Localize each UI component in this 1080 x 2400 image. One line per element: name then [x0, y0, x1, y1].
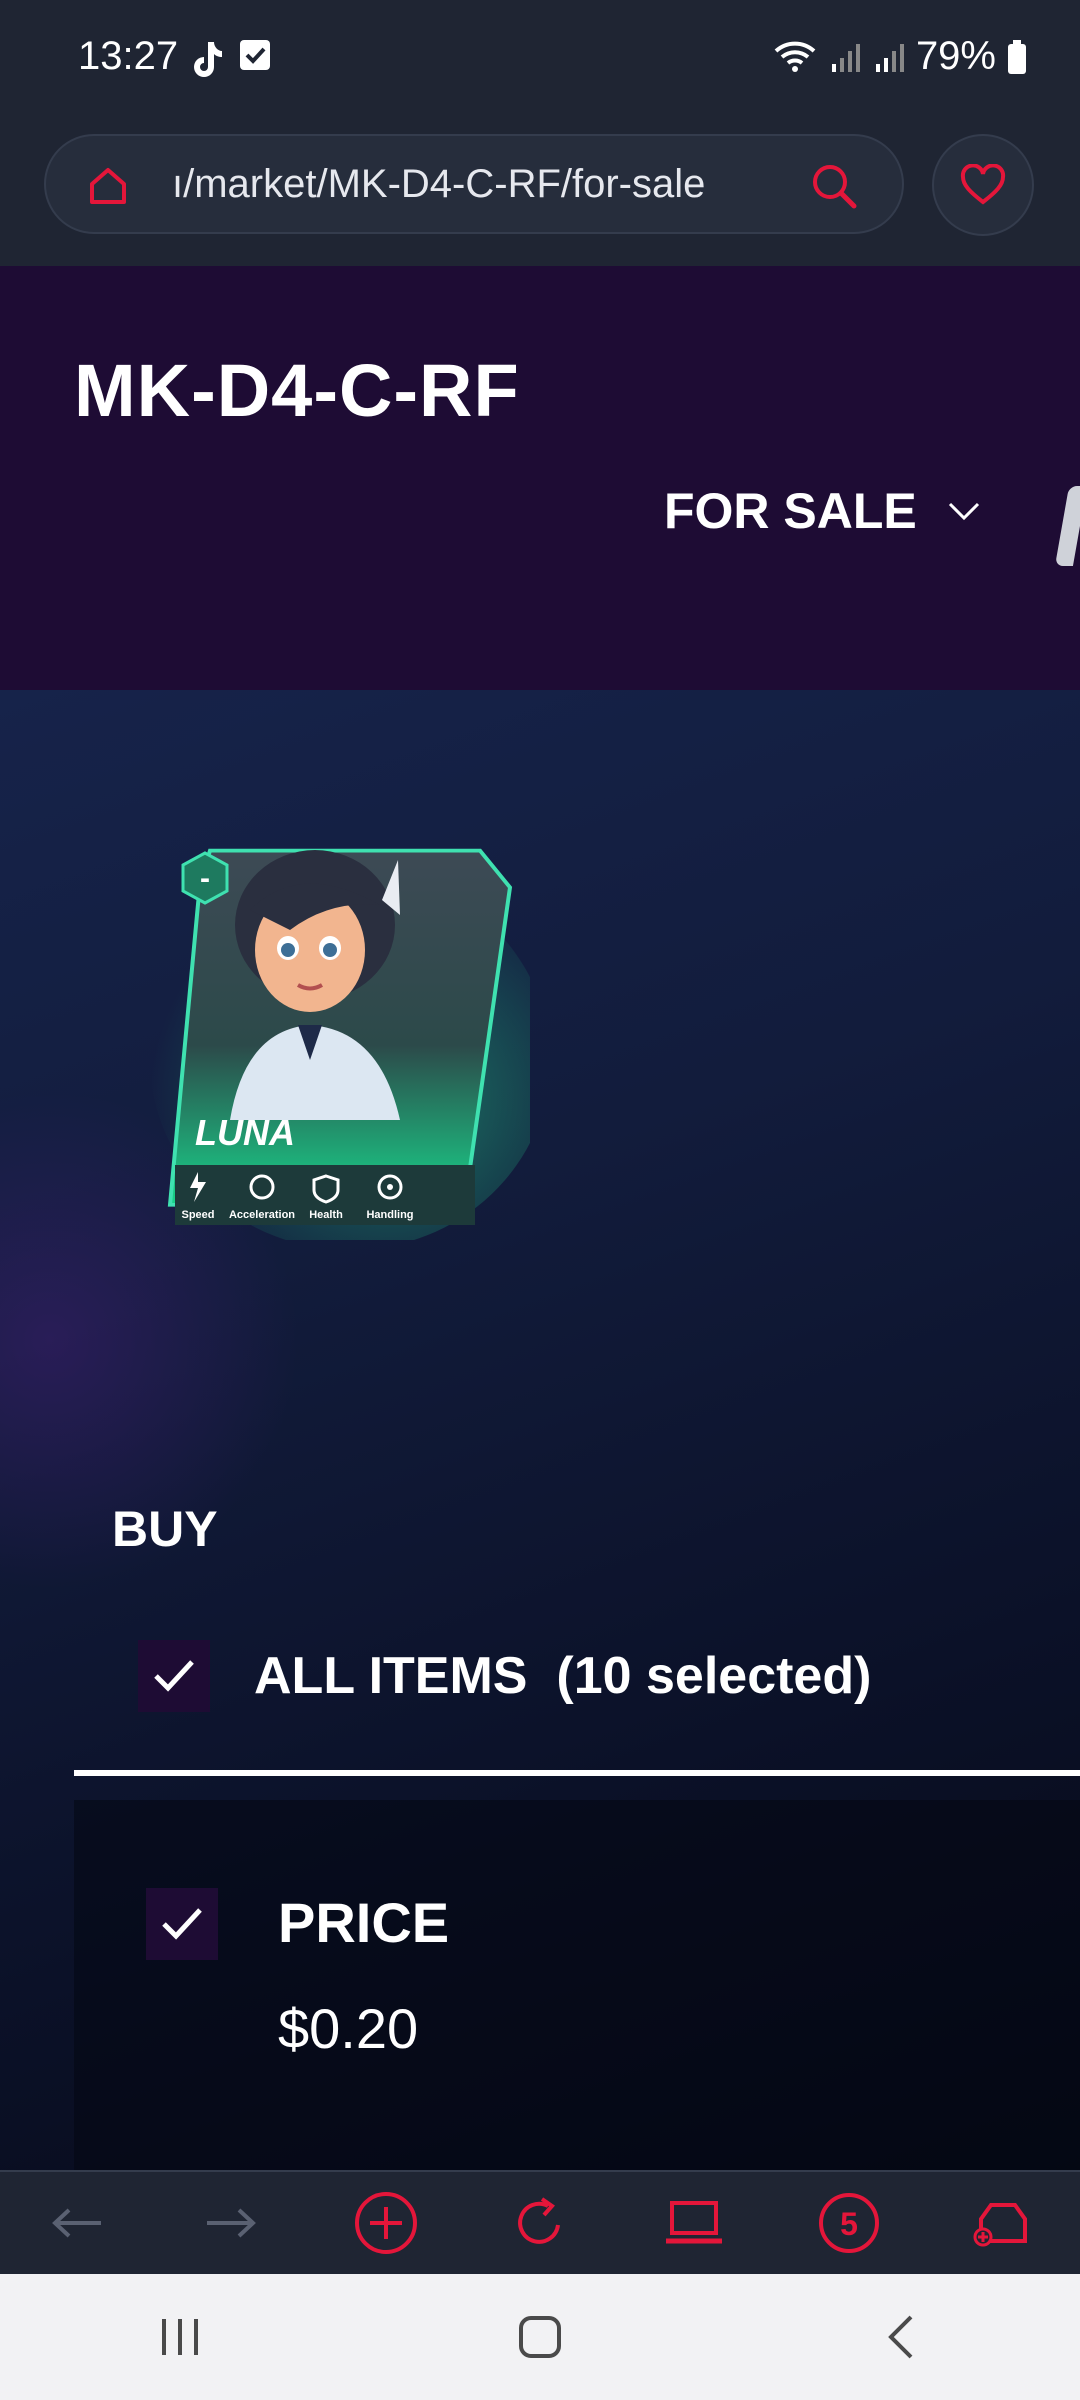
- nft-card[interactable]: - LUNA Speed Acceleration Health Handlin…: [150, 820, 550, 1250]
- card-level-badge: -: [200, 862, 210, 895]
- back-button[interactable]: [27, 2173, 127, 2273]
- system-navigation-bar: [0, 2274, 1080, 2400]
- select-all-checkbox[interactable]: [138, 1640, 210, 1712]
- signal-icon: [875, 43, 904, 72]
- plus-circle-icon: [354, 2192, 417, 2254]
- select-all-items[interactable]: ALL ITEMS (10 selected): [138, 1640, 871, 1712]
- search-icon[interactable]: [810, 162, 858, 210]
- laptop-icon: [666, 2201, 723, 2244]
- price-filter-panel: PRICE $0.20: [74, 1800, 1080, 2170]
- wifi-icon: [774, 41, 816, 72]
- reload-button[interactable]: [490, 2173, 590, 2273]
- heart-icon: [960, 164, 1006, 205]
- tabs-button[interactable]: 5: [799, 2173, 899, 2273]
- all-items-label: ALL ITEMS (10 selected): [254, 1647, 872, 1705]
- url-text[interactable]: ı/market/MK-D4-C-RF/for-sale: [172, 162, 812, 210]
- main-content: - LUNA Speed Acceleration Health Handlin…: [0, 690, 1080, 2170]
- tabs-count: 5: [840, 2206, 858, 2242]
- tiktok-icon: [194, 42, 222, 77]
- status-filter-label: FOR SALE: [664, 483, 917, 539]
- card-stat-label: Acceleration: [229, 1209, 295, 1221]
- status-time: 13:27: [78, 34, 179, 78]
- favorite-button[interactable]: [932, 134, 1034, 236]
- forward-button[interactable]: [181, 2173, 281, 2273]
- system-back-button[interactable]: [840, 2287, 960, 2387]
- home-button[interactable]: [480, 2287, 600, 2387]
- price-value: $0.20: [278, 1997, 419, 2060]
- home-icon[interactable]: [86, 164, 130, 208]
- arrow-right-icon: [207, 2208, 257, 2238]
- tabs-counter-icon: 5: [818, 2193, 879, 2253]
- carousel-edge: [1054, 486, 1080, 566]
- price-label: PRICE: [278, 1891, 450, 1954]
- card-stat-label: Health: [309, 1209, 343, 1221]
- browser-toolbar: 5: [0, 2170, 1080, 2274]
- status-bar: 13:27 79%: [0, 0, 1080, 120]
- home-square-icon: [519, 2316, 561, 2358]
- desktop-mode-button[interactable]: [644, 2173, 744, 2273]
- card-stat-label: Speed: [181, 1209, 214, 1221]
- card-artwork: - LUNA Speed Acceleration Health Handlin…: [150, 848, 550, 1250]
- page-header: MK-D4-C-RF FOR SALE: [0, 266, 1080, 690]
- buy-heading: BUY: [112, 1501, 218, 1557]
- card-stat-label: Handling: [366, 1209, 413, 1221]
- divider: [74, 1770, 1080, 1776]
- status-right: 79%: [772, 34, 1028, 79]
- recent-apps-button[interactable]: [120, 2287, 240, 2387]
- url-field[interactable]: ı/market/MK-D4-C-RF/for-sale: [44, 134, 904, 234]
- chevron-down-icon: [948, 502, 979, 521]
- new-tab-button[interactable]: [336, 2173, 436, 2273]
- chevron-left-icon: [888, 2315, 913, 2359]
- status-app-icons: [186, 38, 272, 78]
- wallet-icon: [973, 2203, 1027, 2247]
- arrow-left-icon: [52, 2208, 102, 2238]
- status-filter-dropdown[interactable]: FOR SALE: [664, 482, 981, 540]
- checkmark-icon: [154, 1660, 194, 1692]
- battery-percent: 79%: [915, 34, 996, 78]
- price-checkbox[interactable]: [146, 1888, 218, 1960]
- check-square-icon: [240, 40, 270, 70]
- card-name: LUNA: [195, 1112, 295, 1153]
- checkmark-icon: [162, 1908, 202, 1940]
- wallet-button[interactable]: [953, 2173, 1053, 2273]
- signal-icon: [831, 43, 860, 72]
- recent-apps-icon: [162, 2319, 198, 2355]
- battery-icon: [1008, 39, 1026, 74]
- reload-icon: [518, 2197, 560, 2244]
- page-title: MK-D4-C-RF: [74, 349, 520, 432]
- browser-address-bar: ı/market/MK-D4-C-RF/for-sale: [0, 120, 1080, 266]
